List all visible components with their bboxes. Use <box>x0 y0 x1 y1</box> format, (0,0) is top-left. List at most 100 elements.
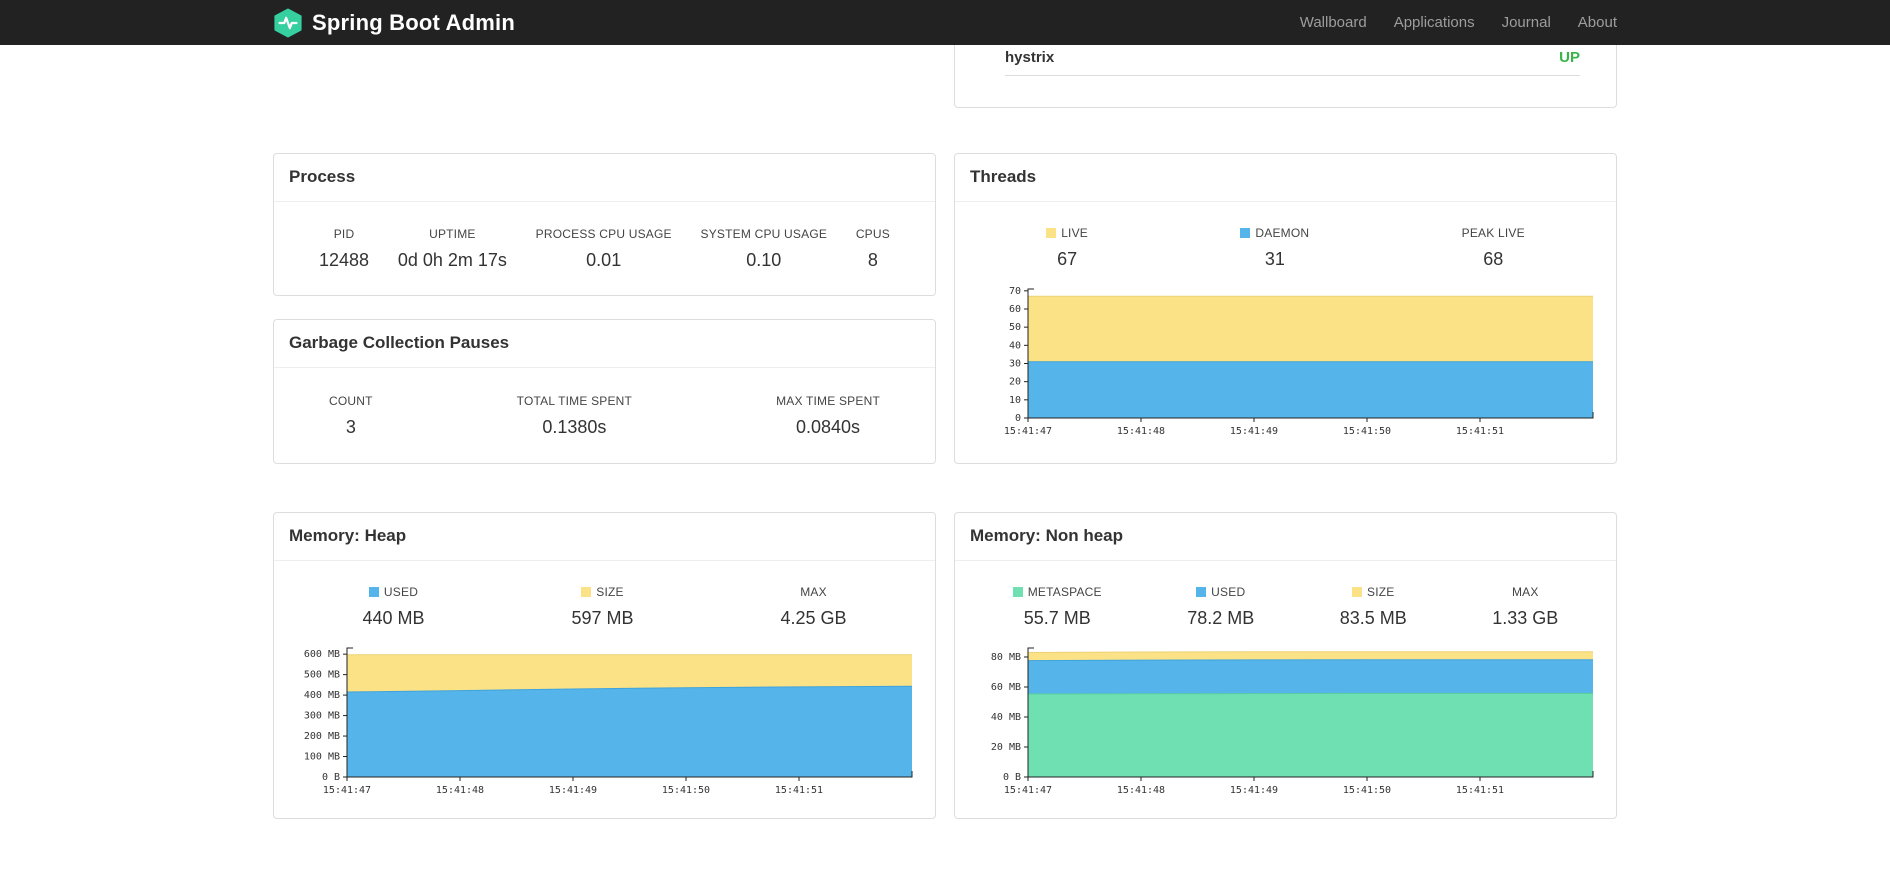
svg-text:15:41:51: 15:41:51 <box>775 785 823 796</box>
metric-value: 3 <box>345 416 356 437</box>
legend-heap-max: MAX 4.25 GB <box>780 585 846 629</box>
memory-nonheap-panel-title: Memory: Non heap <box>970 526 1124 545</box>
metric-value: 8 <box>867 249 878 270</box>
gc-metrics: COUNT 3 TOTAL TIME SPENT 0.1380s MAX TIM… <box>329 394 880 438</box>
svg-text:15:41:48: 15:41:48 <box>436 785 484 796</box>
svg-text:0 B: 0 B <box>1003 772 1021 783</box>
svg-text:15:41:50: 15:41:50 <box>662 785 710 796</box>
memory-heap-chart: 0 B 100 MB 200 MB 300 MB 400 MB 500 MB 600 MB 1… <box>289 643 922 801</box>
svg-text:15:41:49: 15:41:49 <box>549 785 597 796</box>
legend-value: 68 <box>1483 249 1504 269</box>
svg-text:15:41:48: 15:41:48 <box>1117 785 1165 796</box>
nav-links: Wallboard Applications Journal About <box>1300 14 1617 32</box>
svg-text:15:41:51: 15:41:51 <box>1456 785 1504 796</box>
svg-text:600 MB: 600 MB <box>304 649 340 660</box>
gc-panel-header: Garbage Collection Pauses <box>274 320 935 368</box>
svg-text:15:41:47: 15:41:47 <box>323 785 371 796</box>
legend-heap-used: USED 440 MB <box>362 585 424 629</box>
metric-uptime: UPTIME 0d 0h 2m 17s <box>398 227 507 271</box>
legend-label: LIVE <box>1046 226 1088 240</box>
metric-label: UPTIME <box>429 226 476 241</box>
svg-text:40: 40 <box>1009 340 1021 351</box>
svg-text:10: 10 <box>1009 395 1021 406</box>
svg-text:0 B: 0 B <box>322 772 340 783</box>
legend-label: PEAK LIVE <box>1461 226 1525 240</box>
svg-text:30: 30 <box>1009 358 1021 369</box>
svg-text:0: 0 <box>1015 413 1021 424</box>
legend-value: 597 MB <box>571 608 634 628</box>
legend-nonheap-used: USED 78.2 MB <box>1187 585 1254 629</box>
legend-heap-size: SIZE 597 MB <box>571 585 633 629</box>
legend-label: MAX <box>800 585 827 599</box>
metric-value: 12488 <box>319 249 370 270</box>
size-swatch-icon <box>1352 587 1362 597</box>
size-swatch-icon <box>581 587 592 597</box>
threads-panel-body: LIVE 67 DAEMON 31 PEAK LIVE 68 0 10 20 3… <box>955 202 1616 442</box>
navbar-inner: Spring Boot Admin Wallboard Applications… <box>273 0 1617 45</box>
metric-label: PROCESS CPU USAGE <box>535 226 672 241</box>
process-panel: Process PID 12488 UPTIME 0d 0h 2m 17s PR… <box>273 153 936 296</box>
gc-panel-title: Garbage Collection Pauses <box>289 333 510 352</box>
heap-legend: USED 440 MB SIZE 597 MB MAX 4.25 GB <box>289 585 920 629</box>
metric-value: 0.10 <box>746 249 782 270</box>
legend-value: 440 MB <box>362 608 425 628</box>
memory-heap-panel: Memory: Heap USED 440 MB SIZE 597 MB MAX… <box>273 512 936 819</box>
legend-label: USED <box>362 585 424 599</box>
brand-link[interactable]: Spring Boot Admin <box>273 7 515 38</box>
memory-nonheap-panel-body: METASPACE 55.7 MB USED 78.2 MB SIZE 83.5… <box>955 561 1616 801</box>
legend-nonheap-size: SIZE 83.5 MB <box>1340 585 1407 629</box>
used-swatch-icon <box>1196 587 1207 597</box>
nonheap-legend: METASPACE 55.7 MB USED 78.2 MB SIZE 83.5… <box>970 585 1601 629</box>
svg-text:70: 70 <box>1009 286 1021 297</box>
health-row-hystrix: hystrix UP <box>1005 45 1580 76</box>
process-metrics: PID 12488 UPTIME 0d 0h 2m 17s PROCESS CP… <box>319 227 890 271</box>
nav-item-about[interactable]: About <box>1578 14 1617 31</box>
legend-value: 78.2 MB <box>1187 608 1255 628</box>
legend-label: USED <box>1187 585 1254 599</box>
metric-pid: PID 12488 <box>319 227 369 271</box>
nav-item-wallboard[interactable]: Wallboard <box>1300 14 1367 31</box>
metric-label: MAX TIME SPENT <box>776 393 880 408</box>
metric-value: 0.0840s <box>796 416 861 437</box>
svg-text:15:41:50: 15:41:50 <box>1343 785 1391 796</box>
memory-nonheap-panel: Memory: Non heap METASPACE 55.7 MB USED <box>954 512 1617 819</box>
threads-chart: 0 10 20 30 40 50 60 70 15:41:47 15:41:48 15:41:49 1… <box>970 284 1603 442</box>
metric-value: 0.01 <box>586 249 622 270</box>
legend-label: METASPACE <box>1012 585 1102 599</box>
memory-heap-panel-body: USED 440 MB SIZE 597 MB MAX 4.25 GB 0 B … <box>274 561 935 801</box>
status-badge: UP <box>1559 49 1580 66</box>
legend-peak-live: PEAK LIVE 68 <box>1462 226 1525 270</box>
metaspace-swatch-icon <box>1012 587 1023 597</box>
legend-value: 4.25 GB <box>780 608 847 628</box>
app-logo-icon <box>273 7 303 38</box>
svg-text:15:41:48: 15:41:48 <box>1117 426 1165 437</box>
legend-label: MAX <box>1511 585 1539 599</box>
svg-text:15:41:49: 15:41:49 <box>1230 785 1278 796</box>
legend-nonheap-max: MAX 1.33 GB <box>1492 585 1558 629</box>
threads-panel-header: Threads <box>955 154 1616 202</box>
health-item-name: hystrix <box>1005 49 1055 66</box>
metric-label: TOTAL TIME SPENT <box>516 393 633 408</box>
memory-nonheap-panel-header: Memory: Non heap <box>955 513 1616 561</box>
right-column: hystrix UP Threads LIVE 67 DAEMON 31 PEA… <box>954 45 1617 819</box>
svg-text:80 MB: 80 MB <box>991 652 1021 663</box>
svg-text:500 MB: 500 MB <box>304 670 340 681</box>
legend-daemon: DAEMON 31 <box>1240 226 1309 270</box>
svg-text:15:41:51: 15:41:51 <box>1456 426 1504 437</box>
metric-label: SYSTEM CPU USAGE <box>700 226 828 241</box>
threads-panel: Threads LIVE 67 DAEMON 31 PEAK LIVE 68 0… <box>954 153 1617 464</box>
nav-item-applications[interactable]: Applications <box>1394 14 1475 31</box>
svg-text:15:41:47: 15:41:47 <box>1004 426 1052 437</box>
memory-nonheap-chart: 0 B 20 MB 40 MB 60 MB 80 MB 15:41:47 15:41:48 1… <box>970 643 1603 801</box>
nav-item-journal[interactable]: Journal <box>1502 14 1551 31</box>
svg-text:20 MB: 20 MB <box>991 742 1021 753</box>
legend-value: 1.33 GB <box>1492 608 1559 628</box>
navbar: Spring Boot Admin Wallboard Applications… <box>0 0 1890 45</box>
legend-value: 67 <box>1057 249 1078 269</box>
metric-value: 0.1380s <box>542 416 607 437</box>
metric-gc-total-time: TOTAL TIME SPENT 0.1380s <box>517 394 632 438</box>
metric-cpus: CPUS 8 <box>856 227 890 271</box>
left-column: Process PID 12488 UPTIME 0d 0h 2m 17s PR… <box>273 45 936 819</box>
metric-gc-max-time: MAX TIME SPENT 0.0840s <box>776 394 880 438</box>
metric-value: 0d 0h 2m 17s <box>397 249 507 270</box>
